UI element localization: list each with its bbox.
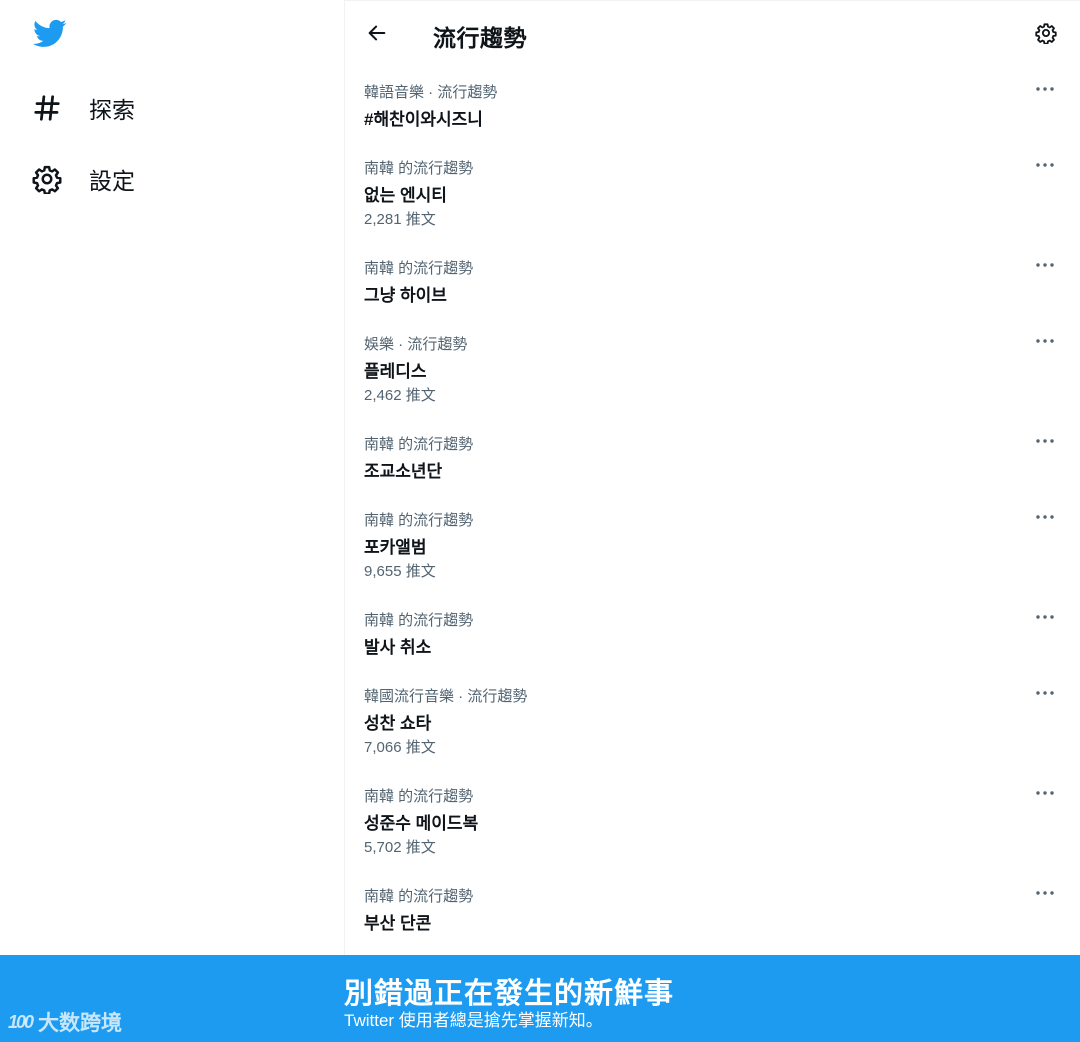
more-options-button[interactable] [1031,331,1059,349]
trend-name: 그냥 하이브 [364,286,447,305]
more-options-button[interactable] [1031,155,1059,173]
page-title: 流行趨勢 [433,25,527,51]
trend-name: 없는 엔시티 [364,186,447,205]
twitter-bird-icon[interactable] [31,16,69,50]
more-horizontal-icon [1035,431,1055,449]
trend-context: 娛樂 · 流行趨勢 [364,336,468,353]
sidebar-item-explore[interactable]: 探索 [30,88,135,128]
trend-context: 南韓 的流行趨勢 [364,888,474,905]
trend-context: 韓國流行音樂 · 流行趨勢 [364,688,528,705]
trend-tweet-count: 5,702 推文 [364,839,436,856]
more-options-button[interactable] [1031,683,1059,701]
trend-tweet-count: 2,462 推文 [364,387,436,404]
more-horizontal-icon [1035,883,1055,901]
more-options-button[interactable] [1031,431,1059,449]
trend-name: 부산 단콘 [364,914,432,933]
arrow-left-icon [366,22,388,49]
trend-name: 성준수 메이드복 [364,814,479,833]
trend-name: 발사 취소 [364,638,432,657]
trend-name: 조교소년단 [364,462,443,481]
gear-icon [30,162,64,196]
trends-column: 流行趨勢 韓語音樂 · 流行趨勢 #해찬이와시즈니 南韓 的流行趨勢 없는 엔시티 2,… [344,0,1080,955]
sidebar-item-label: 設定 [89,168,135,194]
settings-button[interactable] [1033,22,1059,48]
gear-icon [1035,22,1057,49]
trend-tweet-count: 9,655 推文 [364,563,436,580]
trend-context: 韓語音樂 · 流行趨勢 [364,84,498,101]
sidebar-item-label: 探索 [89,97,135,123]
more-horizontal-icon [1035,255,1055,273]
more-horizontal-icon [1035,607,1055,625]
trend-name: #해찬이와시즈니 [364,110,483,129]
more-horizontal-icon [1035,683,1055,701]
trend-context: 南韓 的流行趨勢 [364,788,474,805]
trend-name: 성찬 쇼타 [364,714,432,733]
watermark-mark: 100 [8,1011,34,1032]
trend-name: 포카앨범 [364,538,427,557]
more-horizontal-icon [1035,331,1055,349]
more-options-button[interactable] [1031,79,1059,97]
back-button[interactable] [363,21,391,49]
more-options-button[interactable] [1031,883,1059,901]
more-horizontal-icon [1035,507,1055,525]
trend-context: 南韓 的流行趨勢 [364,436,474,453]
sidebar-item-settings[interactable]: 設定 [30,159,135,199]
watermark-text: 大数跨境 [38,1012,123,1035]
trend-tweet-count: 2,281 推文 [364,211,436,228]
banner-subtitle: Twitter 使用者總是搶先掌握新知。 [344,1011,603,1030]
left-navigation: 探索 設定 [0,0,344,955]
signup-banner: 100 大数跨境 別錯過正在發生的新鮮事 Twitter 使用者總是搶先掌握新知… [0,955,1080,1042]
trend-context: 南韓 的流行趨勢 [364,260,474,277]
trend-name: 플레디스 [364,362,427,381]
more-options-button[interactable] [1031,607,1059,625]
more-options-button[interactable] [1031,783,1059,801]
watermark-logo: 100 大数跨境 [8,1007,122,1037]
trend-tweet-count: 7,066 推文 [364,739,436,756]
hashtag-icon [30,91,64,125]
trend-context: 南韓 的流行趨勢 [364,160,474,177]
more-horizontal-icon [1035,79,1055,97]
trend-context: 南韓 的流行趨勢 [364,612,474,629]
trend-context: 南韓 的流行趨勢 [364,512,474,529]
page-header: 流行趨勢 [345,1,1080,67]
more-horizontal-icon [1035,783,1055,801]
more-options-button[interactable] [1031,255,1059,273]
more-horizontal-icon [1035,155,1055,173]
more-options-button[interactable] [1031,507,1059,525]
